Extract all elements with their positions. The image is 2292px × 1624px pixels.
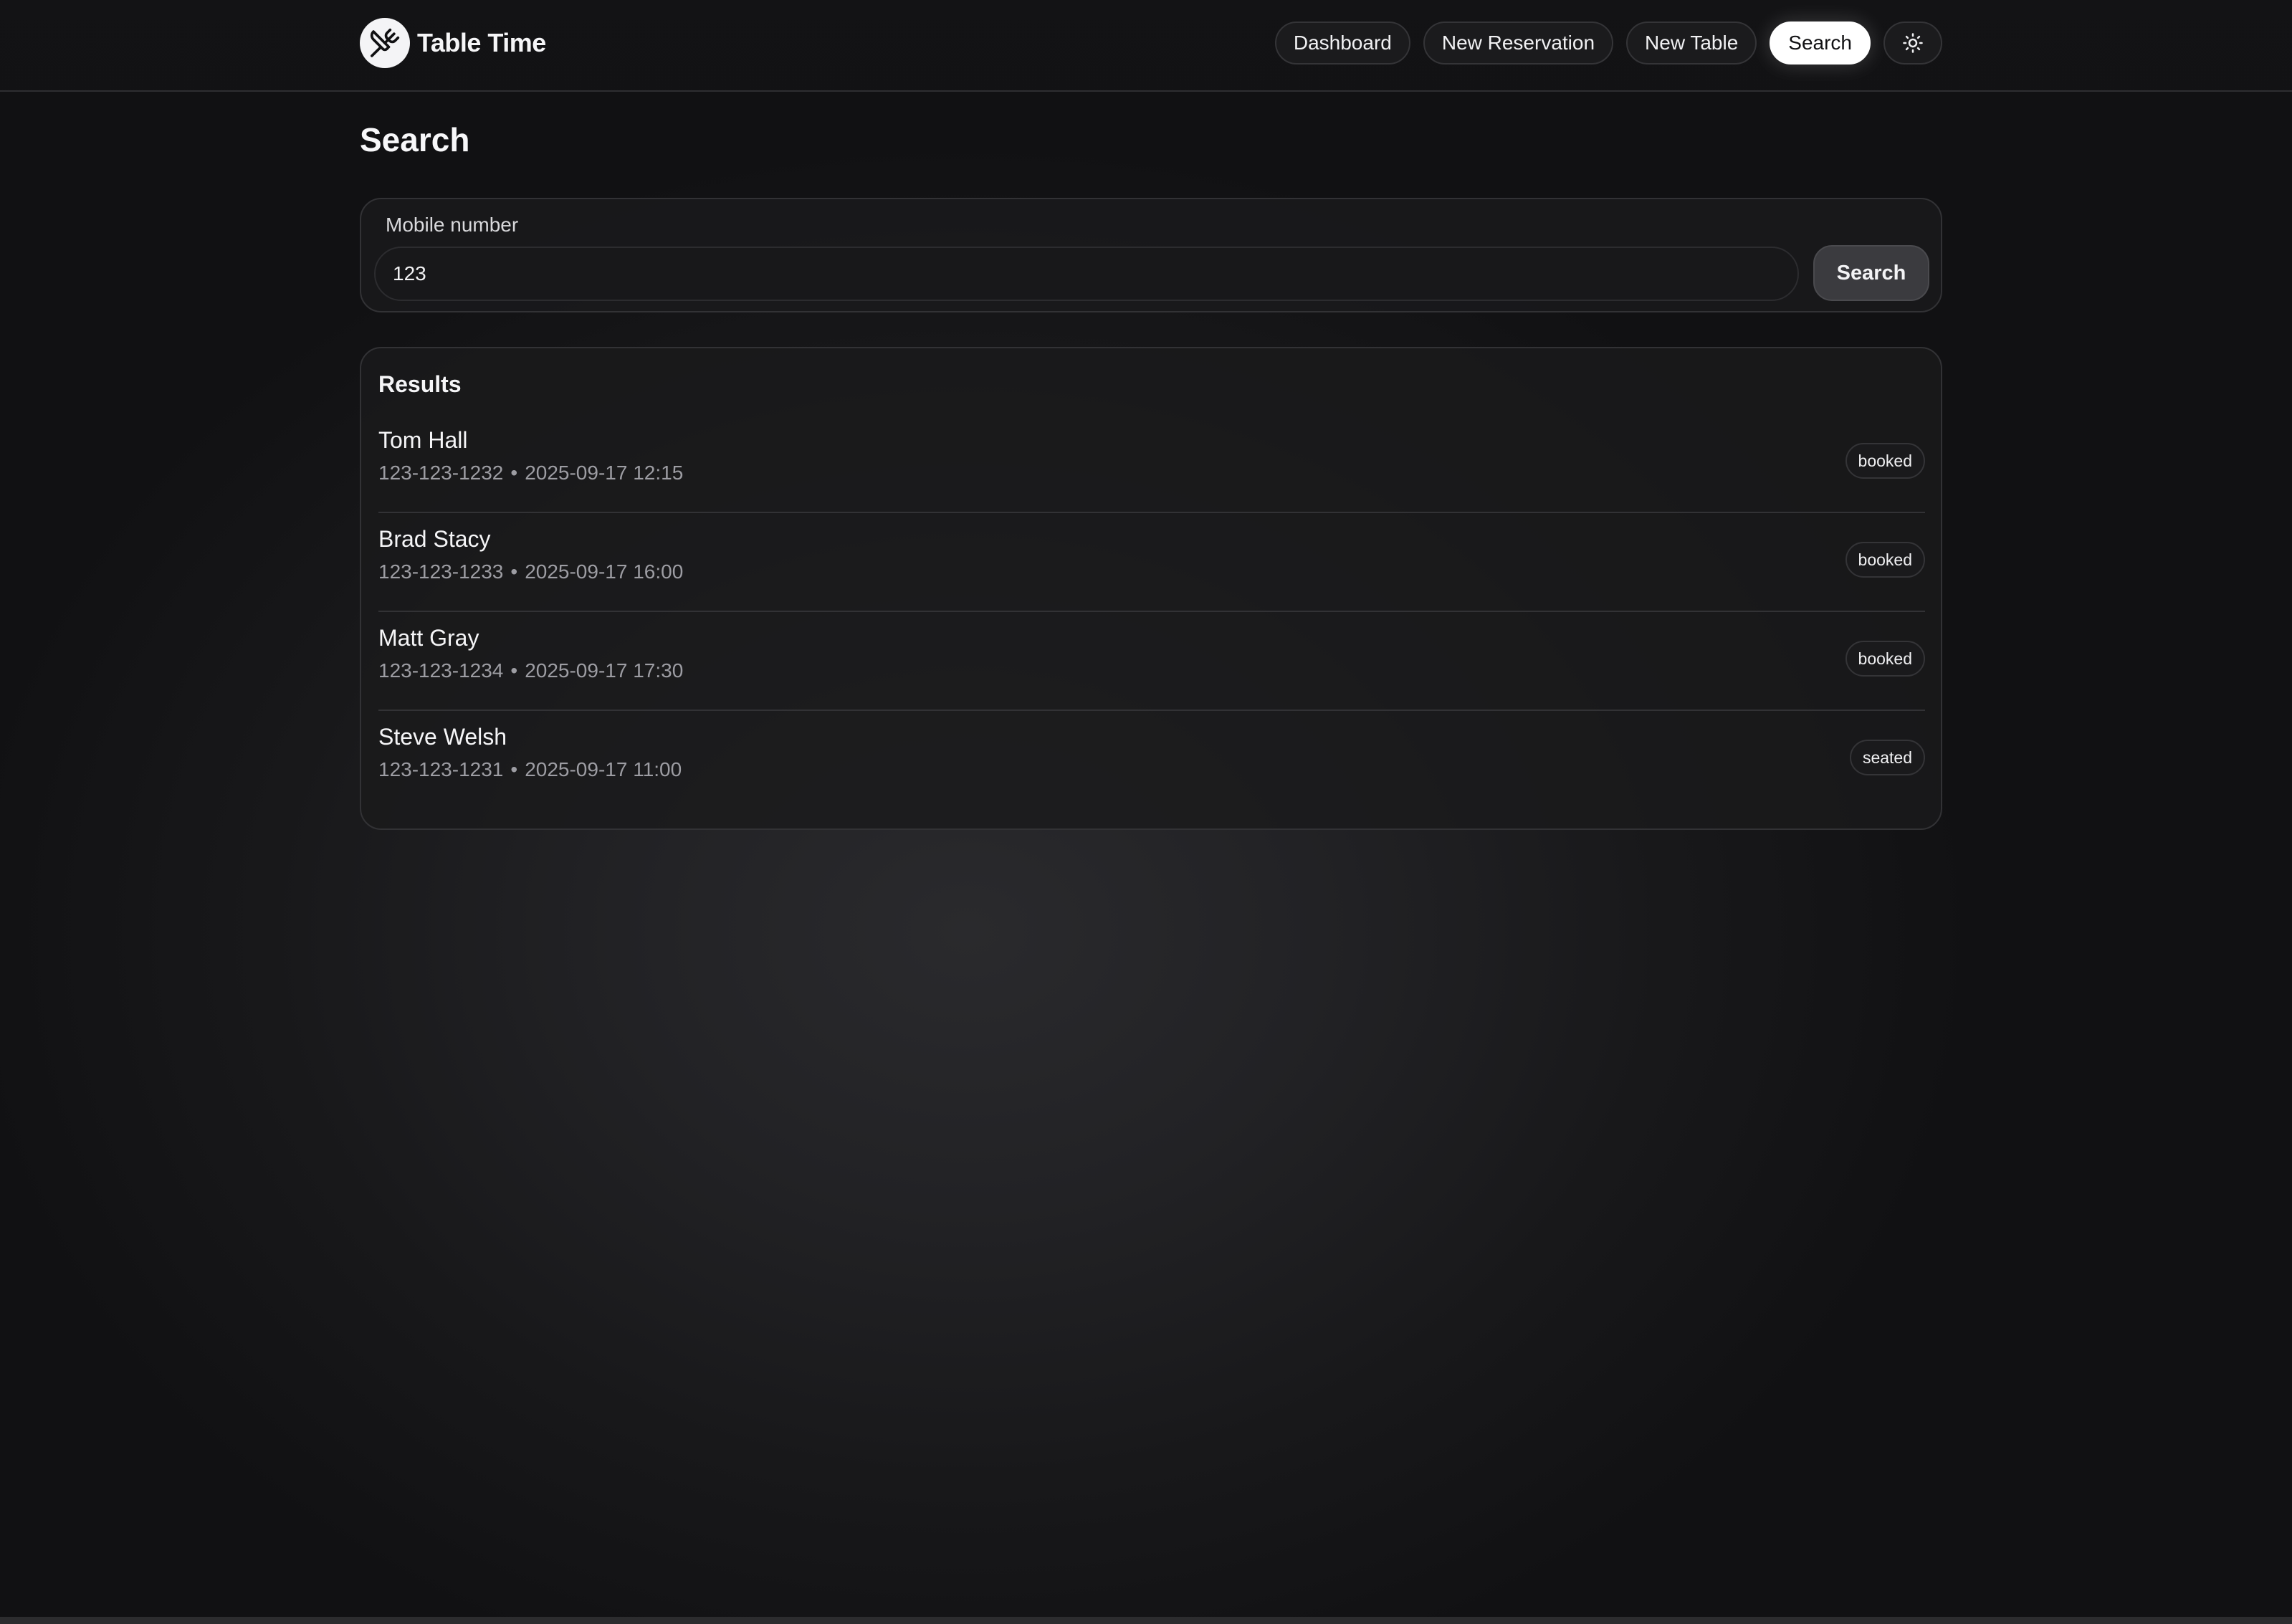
reservation-details: 123-123-1233 • 2025-09-17 16:00 [378, 560, 683, 583]
results-title: Results [378, 371, 462, 397]
main-nav: Dashboard New Reservation New Table Sear… [1274, 22, 1942, 65]
separator-dot: • [510, 560, 518, 583]
guest-phone: 123-123-1232 [378, 462, 504, 484]
status-badge: booked [1845, 542, 1925, 578]
result-item[interactable]: Brad Stacy 123-123-1233 • 2025-09-17 16:00… [378, 513, 1925, 612]
result-item[interactable]: Tom Hall 123-123-1232 • 2025-09-17 12:15 b… [378, 414, 1925, 513]
mobile-number-label: Mobile number [386, 214, 519, 236]
result-item[interactable]: Matt Gray 123-123-1234 • 2025-09-17 17:30 … [378, 612, 1925, 711]
guest-phone: 123-123-1231 [378, 758, 504, 780]
reservation-datetime: 2025-09-17 16:00 [525, 560, 684, 583]
status-badge: booked [1845, 641, 1925, 677]
sun-icon [1903, 33, 1923, 53]
guest-name: Brad Stacy [378, 526, 491, 552]
separator-dot: • [510, 758, 518, 780]
theme-toggle-button[interactable] [1883, 22, 1942, 65]
reservation-details: 123-123-1232 • 2025-09-17 12:15 [378, 462, 683, 484]
status-badge: seated [1849, 740, 1925, 775]
guest-name: Matt Gray [378, 625, 479, 651]
results-list: Tom Hall 123-123-1232 • 2025-09-17 12:15 b… [378, 414, 1925, 810]
guest-name: Tom Hall [378, 427, 468, 453]
status-badge: booked [1845, 443, 1925, 479]
nav-search[interactable]: Search [1770, 22, 1871, 65]
guest-phone: 123-123-1233 [378, 560, 504, 583]
page-title: Search [360, 121, 470, 158]
nav-new-reservation[interactable]: New Reservation [1423, 22, 1614, 65]
reservation-details: 123-123-1234 • 2025-09-17 17:30 [378, 659, 683, 682]
utensils-crossed-icon [360, 18, 410, 68]
reservation-datetime: 2025-09-17 11:00 [525, 758, 682, 780]
separator-dot: • [510, 462, 518, 484]
brand[interactable]: Table Time [360, 17, 546, 69]
guest-phone: 123-123-1234 [378, 659, 504, 682]
top-header: Table Time Dashboard New Reservation New… [0, 0, 2292, 92]
nav-dashboard[interactable]: Dashboard [1274, 22, 1410, 65]
results-card: Results Tom Hall 123-123-1232 • 2025-09-17… [360, 347, 1942, 830]
result-item[interactable]: Steve Welsh 123-123-1231 • 2025-09-17 11:0… [378, 711, 1925, 810]
reservation-datetime: 2025-09-17 17:30 [525, 659, 684, 682]
search-card: Mobile number Search [360, 198, 1942, 312]
reservation-details: 123-123-1231 • 2025-09-17 11:00 [378, 758, 682, 781]
nav-new-table[interactable]: New Table [1626, 22, 1757, 65]
app-name: Table Time [417, 28, 546, 57]
separator-dot: • [510, 659, 518, 682]
search-button[interactable]: Search [1813, 245, 1929, 301]
bottom-edge [0, 1617, 2292, 1624]
mobile-number-input[interactable] [374, 247, 1799, 301]
guest-name: Steve Welsh [378, 724, 507, 750]
reservation-datetime: 2025-09-17 12:15 [525, 462, 684, 484]
